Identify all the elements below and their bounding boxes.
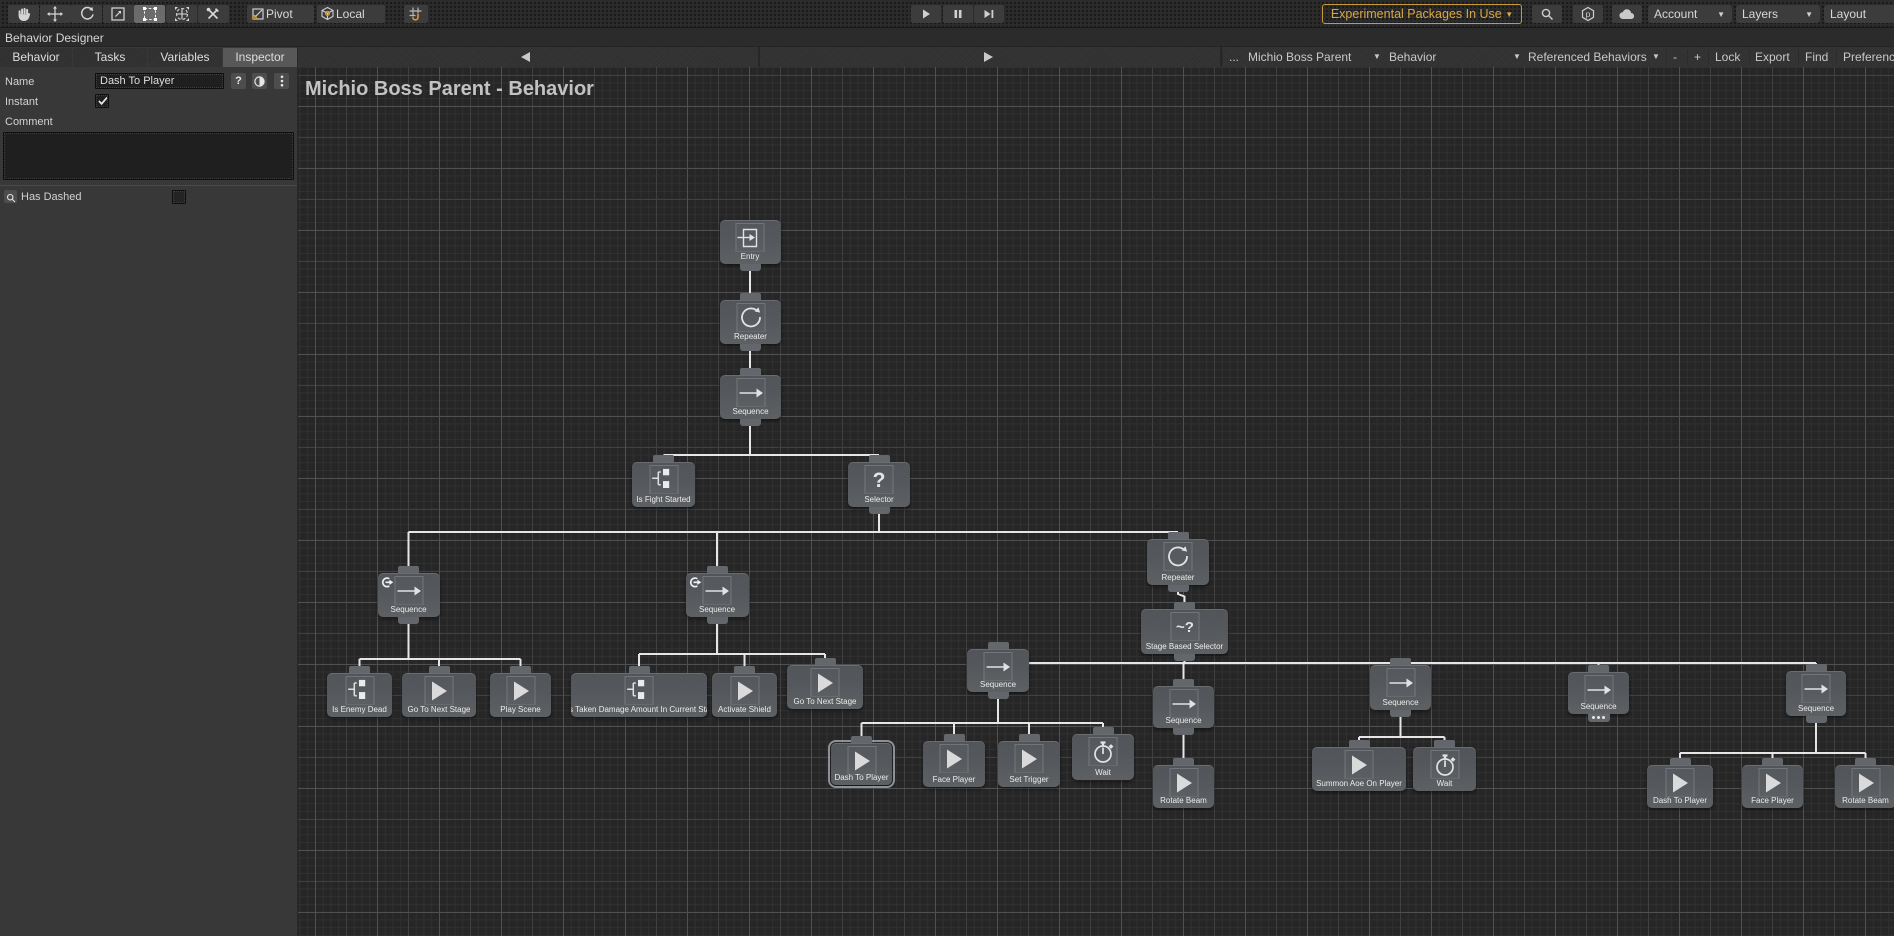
svg-text:?: ? (873, 469, 886, 492)
svg-text:~?: ~? (1176, 619, 1194, 636)
svg-text:p: p (1586, 9, 1591, 19)
